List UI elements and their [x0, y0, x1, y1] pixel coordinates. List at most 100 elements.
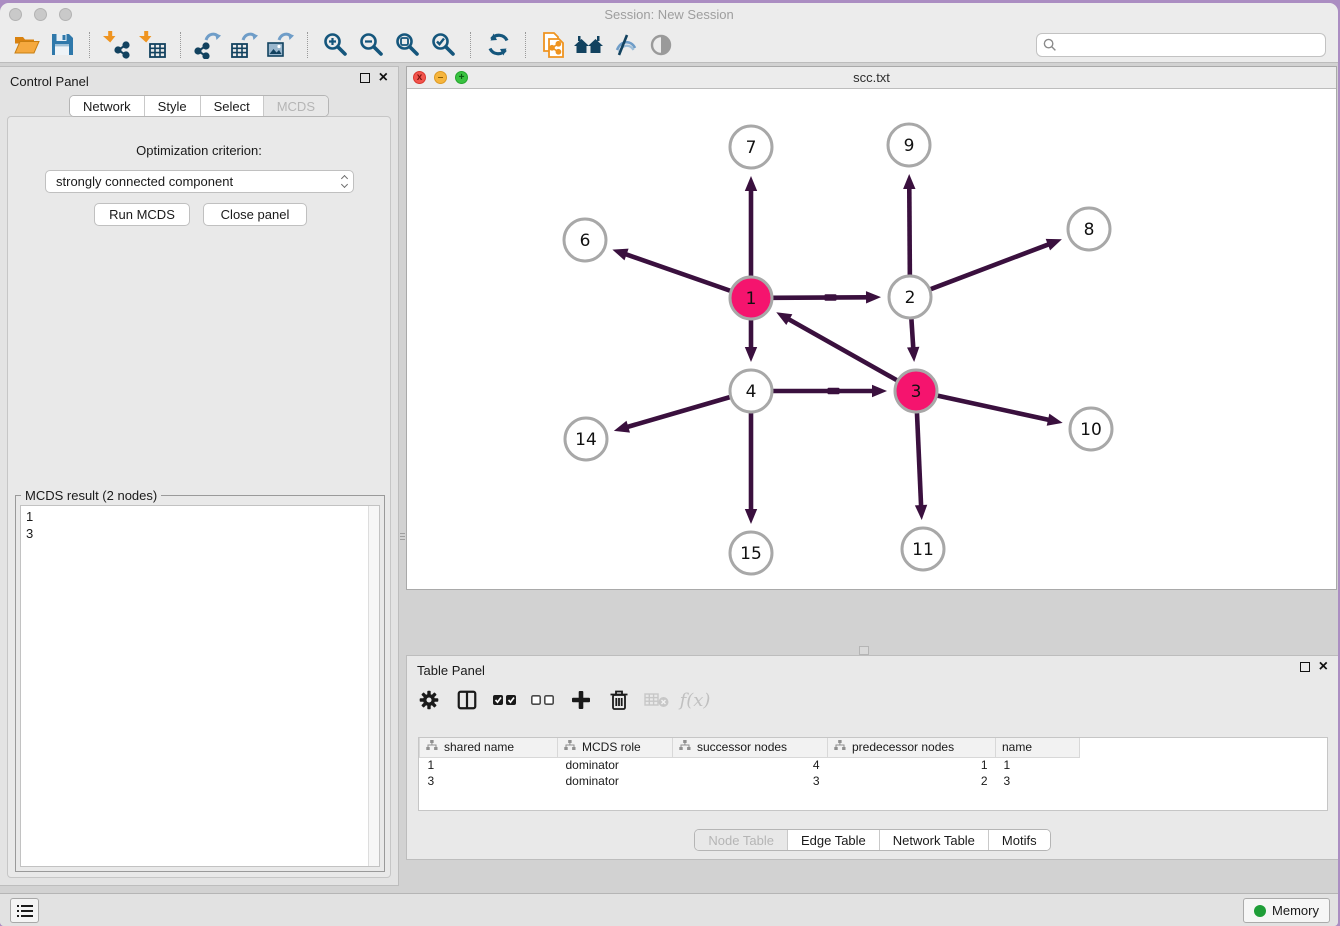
edge-label-mark	[825, 294, 837, 300]
graph-edge-1-2[interactable]	[773, 291, 881, 303]
column-header-shared-name[interactable]: shared name	[420, 738, 558, 757]
graph-node-6[interactable]: 6	[564, 219, 606, 261]
table-row[interactable]: 1dominator411	[420, 757, 1080, 773]
zoom-fit-button[interactable]	[389, 29, 425, 61]
table-cell[interactable]: 3	[673, 773, 828, 789]
table-tab-edge-table[interactable]: Edge Table	[787, 830, 879, 850]
graph-node-9[interactable]: 9	[888, 124, 930, 166]
horizontal-splitter-handle[interactable]	[859, 646, 869, 655]
graph-node-2[interactable]: 2	[889, 276, 931, 318]
result-scrollbar[interactable]	[368, 506, 379, 866]
import-network-button[interactable]	[99, 29, 135, 61]
network-canvas[interactable]: 7 9 6 8 1 2 4 3 14 10 15 11	[407, 89, 1336, 589]
table-cell[interactable]: 3	[420, 773, 558, 789]
graph-edge-4-3[interactable]	[773, 385, 887, 397]
column-header-label: predecessor nodes	[852, 740, 954, 754]
graph-node-14[interactable]: 14	[565, 418, 607, 460]
graph-edge-2-3[interactable]	[907, 319, 919, 362]
graph-edge-1-4[interactable]	[745, 320, 757, 362]
toolbar-separator	[89, 32, 90, 58]
graph-node-7[interactable]: 7	[730, 126, 772, 168]
table-tab-network-table[interactable]: Network Table	[879, 830, 988, 850]
table-cell[interactable]: dominator	[558, 757, 673, 773]
task-history-button[interactable]	[10, 898, 39, 923]
network-window-title: scc.txt	[407, 70, 1336, 85]
table-cell[interactable]: 1	[420, 757, 558, 773]
zoom-in-button[interactable]	[317, 29, 353, 61]
graph-edge-1-7[interactable]	[745, 176, 757, 276]
export-image-button[interactable]	[262, 29, 298, 61]
zoom-out-button[interactable]	[353, 29, 389, 61]
table-cell[interactable]: 1	[996, 757, 1080, 773]
graph-node-8[interactable]: 8	[1068, 208, 1110, 250]
add-row-button[interactable]	[567, 686, 595, 714]
graph-edge-3-10[interactable]	[937, 396, 1062, 426]
gear-button[interactable]	[415, 686, 443, 714]
memory-button[interactable]: Memory	[1243, 898, 1330, 923]
import-table-button[interactable]	[135, 29, 171, 61]
graph-node-11[interactable]: 11	[902, 528, 944, 570]
column-header-successor-nodes[interactable]: successor nodes	[673, 738, 828, 757]
table-cell[interactable]: dominator	[558, 773, 673, 789]
graph-node-3[interactable]: 3	[895, 370, 937, 412]
column-header-predecessor-nodes[interactable]: predecessor nodes	[828, 738, 996, 757]
hide-panels-button[interactable]	[607, 29, 643, 61]
graph-node-15[interactable]: 15	[730, 532, 772, 574]
mcds-result-area[interactable]: 1 3	[20, 505, 380, 867]
network-view-window: x – + scc.txt 7968124314101511	[406, 66, 1337, 590]
table-tab-motifs[interactable]: Motifs	[988, 830, 1050, 850]
float-panel-icon[interactable]	[360, 73, 370, 83]
show-panels-button[interactable]	[643, 29, 679, 61]
select-all-button[interactable]	[491, 686, 519, 714]
close-panel-icon[interactable]: ×	[379, 72, 388, 84]
control-panel-tabs: NetworkStyleSelectMCDS	[69, 95, 329, 117]
run-mcds-button[interactable]: Run MCDS	[94, 203, 190, 226]
table-cell[interactable]: 2	[828, 773, 996, 789]
zoom-selected-button[interactable]	[425, 29, 461, 61]
search-field[interactable]	[1036, 33, 1326, 57]
mcds-tab-content: Optimization criterion: strongly connect…	[7, 116, 391, 878]
column-header-mcds-role[interactable]: MCDS role	[558, 738, 673, 757]
graph-node-10[interactable]: 10	[1070, 408, 1112, 450]
graph-edge-3-1[interactable]	[776, 312, 897, 380]
app-window: Session: New Session Control Panel × Net…	[0, 3, 1338, 926]
tab-select[interactable]: Select	[200, 96, 263, 116]
search-input[interactable]	[1057, 37, 1319, 52]
tab-network[interactable]: Network	[70, 96, 144, 116]
graph-edge-4-15[interactable]	[745, 413, 757, 524]
table-cell[interactable]: 3	[996, 773, 1080, 789]
save-session-button[interactable]	[44, 29, 80, 61]
tab-style[interactable]: Style	[144, 96, 200, 116]
table-cell[interactable]: 4	[673, 757, 828, 773]
memory-label: Memory	[1272, 903, 1319, 918]
graph-node-4[interactable]: 4	[730, 370, 772, 412]
graph-edge-1-6[interactable]	[612, 249, 730, 291]
graph-edge-4-14[interactable]	[614, 397, 730, 433]
tab-mcds[interactable]: MCDS	[263, 96, 328, 116]
graph-edge-2-9[interactable]	[903, 174, 915, 275]
column-header-name[interactable]: name	[996, 738, 1080, 757]
graph-node-label: 6	[580, 231, 591, 251]
graph-node-label: 8	[1084, 220, 1095, 240]
graph-edge-3-11[interactable]	[915, 413, 927, 520]
criterion-dropdown[interactable]: strongly connected component	[45, 170, 354, 193]
export-table-button[interactable]	[226, 29, 262, 61]
duplicate-network-button[interactable]	[535, 29, 571, 61]
open-session-button[interactable]	[8, 29, 44, 61]
vertical-splitter-handle[interactable]	[399, 527, 406, 545]
deselect-all-button[interactable]	[529, 686, 557, 714]
table-tab-node-table[interactable]: Node Table	[695, 830, 787, 850]
delete-row-button[interactable]	[605, 686, 633, 714]
refresh-view-button[interactable]	[480, 29, 516, 61]
table-row[interactable]: 3dominator323	[420, 773, 1080, 789]
columns-button[interactable]	[453, 686, 481, 714]
close-panel-button[interactable]: Close panel	[203, 203, 307, 226]
export-network-button[interactable]	[190, 29, 226, 61]
table-cell[interactable]: 1	[828, 757, 996, 773]
float-table-panel-icon[interactable]	[1300, 662, 1310, 672]
home-layout-button[interactable]	[571, 29, 607, 61]
status-bar: Memory	[0, 893, 1338, 926]
close-table-panel-icon[interactable]: ×	[1319, 661, 1328, 673]
graph-node-1[interactable]: 1	[730, 277, 772, 319]
graph-edge-2-8[interactable]	[931, 239, 1062, 289]
